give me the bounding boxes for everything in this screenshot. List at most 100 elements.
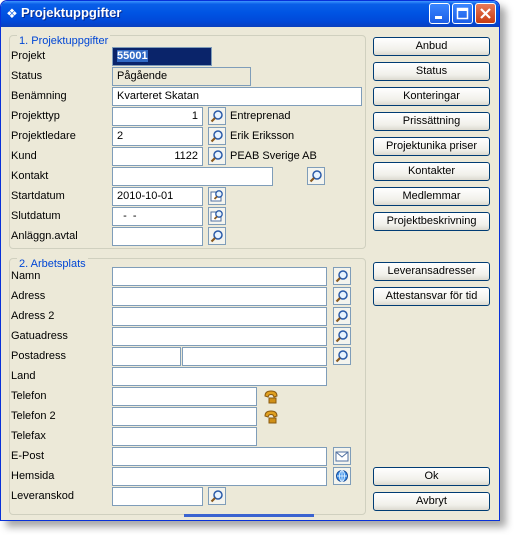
leveranskod-field[interactable] bbox=[112, 487, 203, 506]
close-button[interactable] bbox=[475, 3, 496, 24]
globe-icon bbox=[336, 470, 348, 482]
startdatum-field[interactable]: 2010-10-01 bbox=[112, 187, 203, 206]
telefon-dial-button[interactable] bbox=[262, 387, 280, 408]
kund-name: PEAB Sverige AB bbox=[230, 150, 317, 162]
kontakt-field[interactable] bbox=[112, 167, 273, 186]
anlaggn-avtal-field[interactable] bbox=[112, 227, 203, 246]
phone-icon bbox=[264, 390, 278, 404]
postort-field[interactable] bbox=[182, 347, 327, 366]
label-gatuadress: Gatuadress bbox=[11, 330, 68, 342]
ok-button[interactable]: Ok bbox=[373, 467, 490, 486]
label-projekttyp: Projekttyp bbox=[11, 110, 60, 122]
gatuadress-lookup-button[interactable] bbox=[333, 327, 351, 345]
label-startdatum: Startdatum bbox=[11, 190, 65, 202]
calendar-search-icon bbox=[210, 190, 223, 202]
label-telefon2: Telefon 2 bbox=[11, 410, 56, 422]
label-telefon: Telefon bbox=[11, 390, 47, 402]
magnifier-icon bbox=[335, 270, 348, 283]
projekttyp-name: Entreprenad bbox=[230, 110, 291, 122]
magnifier-icon bbox=[210, 490, 223, 503]
telefax-field[interactable] bbox=[112, 427, 257, 446]
label-adress: Adress bbox=[11, 290, 46, 302]
projekt-value: 55001 bbox=[117, 50, 148, 62]
adress-field[interactable] bbox=[112, 287, 327, 306]
kund-field[interactable]: 1122 bbox=[112, 147, 203, 166]
anbud-button[interactable]: Anbud bbox=[373, 37, 490, 56]
kontakter-button[interactable]: Kontakter bbox=[373, 162, 490, 181]
adress2-field[interactable] bbox=[112, 307, 327, 326]
magnifier-icon bbox=[335, 310, 348, 323]
maximize-icon bbox=[456, 7, 469, 20]
label-kund: Kund bbox=[11, 150, 37, 162]
label-projektledare: Projektledare bbox=[11, 130, 76, 142]
minimize-button[interactable] bbox=[429, 3, 450, 24]
projektledare-field[interactable]: 2 bbox=[112, 127, 203, 146]
magnifier-icon bbox=[210, 150, 223, 163]
projekttyp-lookup-button[interactable] bbox=[208, 107, 226, 125]
postnummer-field[interactable] bbox=[112, 347, 181, 366]
bottom-edge-strip bbox=[184, 514, 314, 517]
benamning-field[interactable]: Kvarteret Skatan bbox=[112, 87, 362, 106]
label-kontakt: Kontakt bbox=[11, 170, 49, 182]
label-namn: Namn bbox=[11, 270, 41, 282]
telefon2-field[interactable] bbox=[112, 407, 257, 426]
kund-lookup-button[interactable] bbox=[208, 147, 226, 165]
konteringar-button[interactable]: Konteringar bbox=[373, 87, 490, 106]
namn-lookup-button[interactable] bbox=[333, 267, 351, 285]
hemsida-open-button[interactable] bbox=[333, 467, 351, 485]
projektledare-name: Erik Eriksson bbox=[230, 130, 295, 142]
label-adress2: Adress 2 bbox=[11, 310, 55, 322]
land-field[interactable] bbox=[112, 367, 327, 386]
slutdatum-calendar-button[interactable] bbox=[208, 207, 226, 225]
maximize-button[interactable] bbox=[452, 3, 473, 24]
group-title-projektuppgifter: 1. Projektuppgifter bbox=[17, 35, 111, 47]
medlemmar-button[interactable]: Medlemmar bbox=[373, 187, 490, 206]
calendar-search-icon bbox=[210, 210, 223, 222]
projektbeskrivning-button[interactable]: Projektbeskrivning bbox=[373, 212, 490, 231]
adress2-lookup-button[interactable] bbox=[333, 307, 351, 325]
projekt-field[interactable]: 55001 bbox=[112, 47, 212, 66]
label-slutdatum: Slutdatum bbox=[11, 210, 61, 222]
close-icon bbox=[480, 8, 491, 19]
title-bar[interactable]: ❖ Projektuppgifter bbox=[1, 1, 499, 27]
status-button[interactable]: Status bbox=[373, 62, 490, 81]
label-telefax: Telefax bbox=[11, 430, 46, 442]
magnifier-icon bbox=[309, 170, 322, 183]
startdatum-calendar-button[interactable] bbox=[208, 187, 226, 205]
label-leveranskod: Leveranskod bbox=[11, 490, 74, 502]
magnifier-icon bbox=[210, 110, 223, 123]
leveranskod-lookup-button[interactable] bbox=[208, 487, 226, 505]
minimize-icon bbox=[435, 16, 442, 19]
label-benamning: Benämning bbox=[11, 90, 67, 102]
telefon-field[interactable] bbox=[112, 387, 257, 406]
magnifier-icon bbox=[210, 230, 223, 243]
projektunika-priser-button[interactable]: Projektunika priser bbox=[373, 137, 490, 156]
projekttyp-field[interactable]: 1 bbox=[112, 107, 203, 126]
epost-send-button[interactable] bbox=[333, 447, 351, 465]
gatuadress-field[interactable] bbox=[112, 327, 327, 346]
leveransadresser-button[interactable]: Leveransadresser bbox=[373, 262, 490, 281]
hemsida-field[interactable] bbox=[112, 467, 327, 486]
slutdatum-field[interactable]: - - bbox=[112, 207, 203, 226]
label-hemsida: Hemsida bbox=[11, 470, 55, 482]
magnifier-icon bbox=[335, 290, 348, 303]
anlaggn-avtal-lookup-button[interactable] bbox=[208, 227, 226, 245]
label-postadress: Postadress bbox=[11, 350, 67, 362]
label-epost: E-Post bbox=[11, 450, 45, 462]
adress-lookup-button[interactable] bbox=[333, 287, 351, 305]
attestansvar-button[interactable]: Attestansvar för tid bbox=[373, 287, 490, 306]
window-title: Projektuppgifter bbox=[21, 5, 122, 20]
magnifier-icon bbox=[335, 330, 348, 343]
label-status: Status bbox=[11, 70, 43, 82]
namn-field[interactable] bbox=[112, 267, 327, 286]
projektledare-lookup-button[interactable] bbox=[208, 127, 226, 145]
avbryt-button[interactable]: Avbryt bbox=[373, 492, 490, 511]
prissattning-button[interactable]: Prissättning bbox=[373, 112, 490, 131]
label-projekt: Projekt bbox=[11, 50, 46, 62]
telefon2-dial-button[interactable] bbox=[262, 407, 280, 428]
phone-icon bbox=[264, 410, 278, 424]
kontakt-lookup-button[interactable] bbox=[307, 167, 325, 185]
postadress-lookup-button[interactable] bbox=[333, 347, 351, 365]
epost-field[interactable] bbox=[112, 447, 327, 466]
app-icon: ❖ bbox=[6, 6, 18, 21]
